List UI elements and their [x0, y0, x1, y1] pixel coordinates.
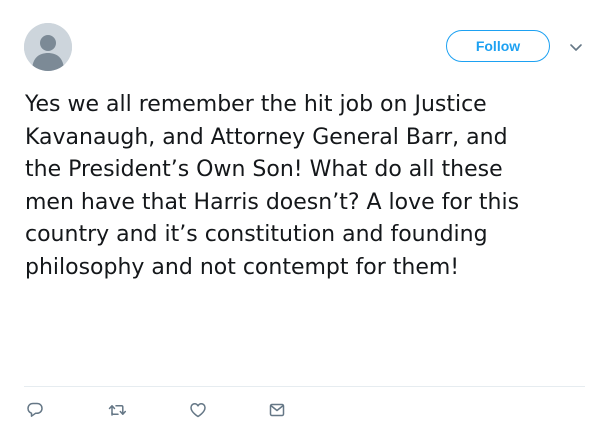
heart-icon[interactable] — [188, 400, 208, 420]
avatar[interactable] — [24, 23, 72, 71]
chevron-down-icon[interactable] — [568, 40, 584, 56]
follow-button[interactable]: Follow — [446, 30, 550, 62]
tweet-text: Yes we all remember the hit job on Justi… — [25, 92, 520, 280]
reply-icon[interactable] — [25, 400, 45, 420]
retweet-icon[interactable] — [107, 400, 127, 420]
tweet-card: Follow Yes we all remember the hit job o… — [0, 0, 604, 443]
tweet-actions — [0, 400, 604, 424]
divider — [24, 386, 585, 387]
default-avatar-icon — [24, 23, 72, 71]
envelope-icon[interactable] — [267, 400, 287, 420]
